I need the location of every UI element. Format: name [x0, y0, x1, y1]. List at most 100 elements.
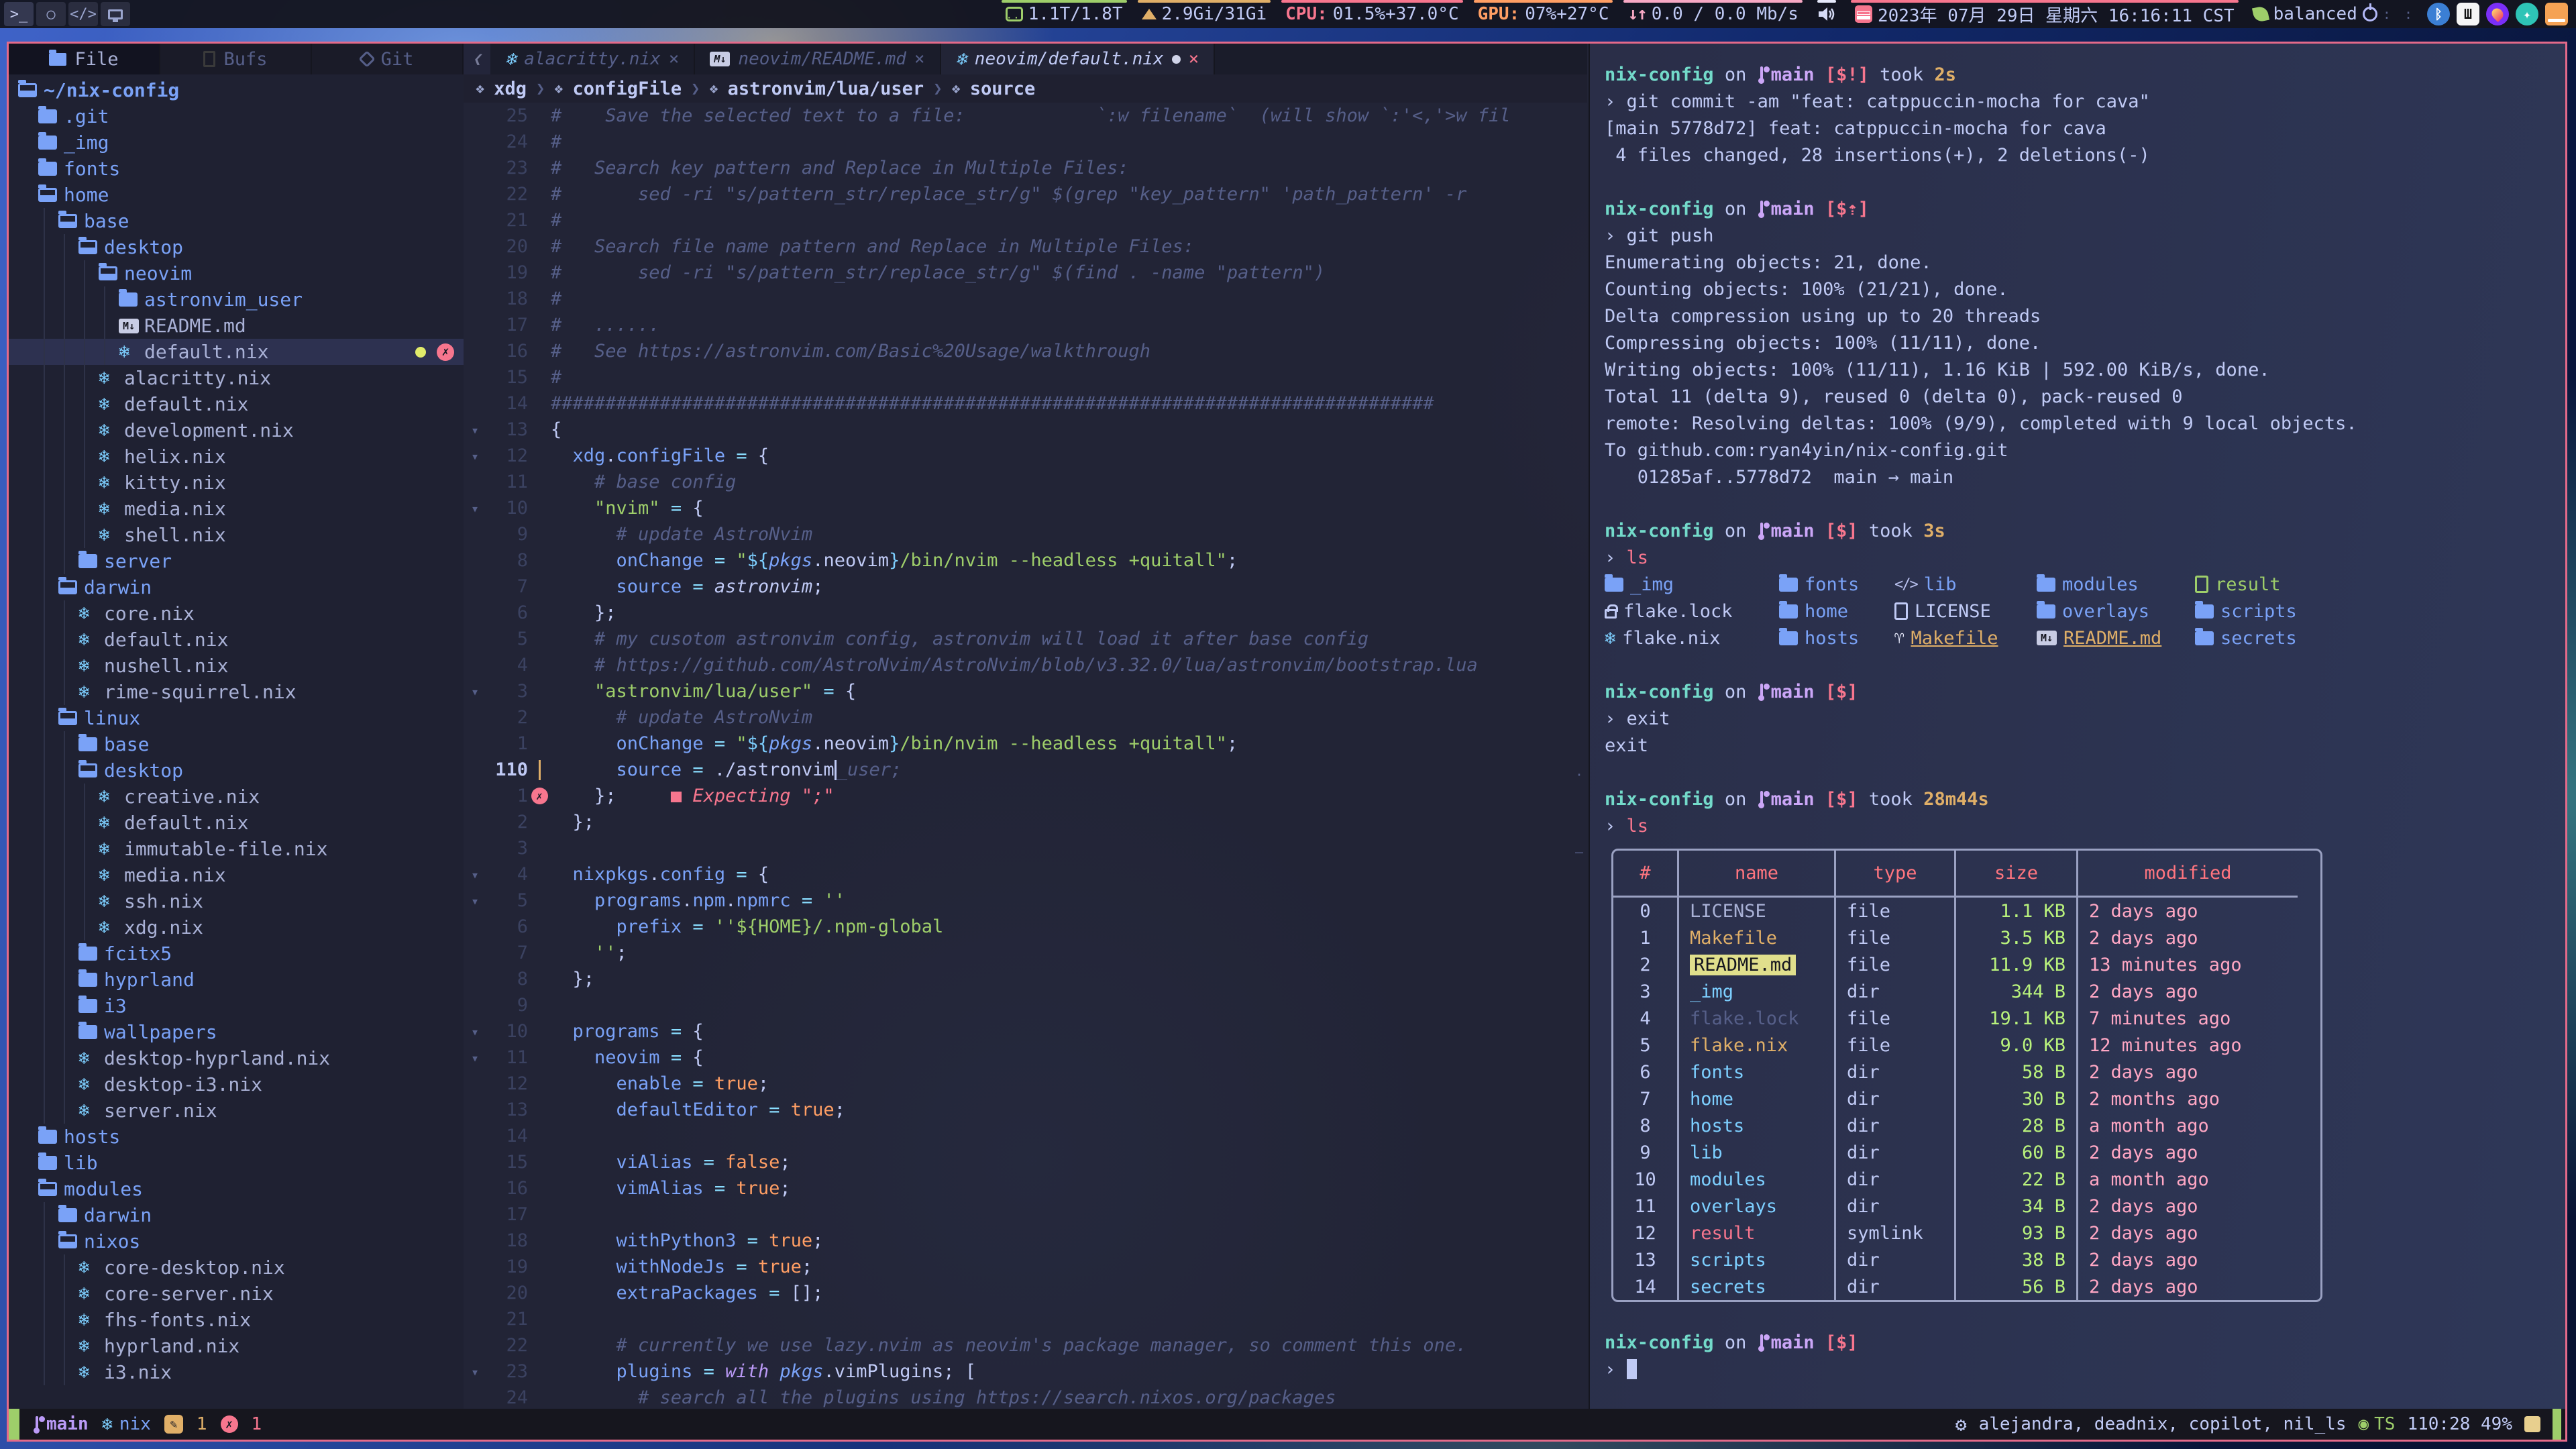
tree-item[interactable]: darwin [9, 574, 464, 600]
tree-item[interactable]: ❄server.nix [9, 1097, 464, 1124]
code-line[interactable]: 8 onChange = "${pkgs.neovim}/bin/nvim --… [464, 547, 1587, 574]
scrollbar-mark[interactable]: – [1575, 844, 1583, 860]
tree-item[interactable]: neovim [9, 260, 464, 286]
code-line[interactable]: 24# [464, 129, 1587, 155]
tree-item[interactable]: ❄immutable-file.nix [9, 836, 464, 862]
code-line[interactable]: 110 source = ./astronvim_user; [464, 757, 1587, 783]
scrollbar-mark[interactable]: · [1575, 767, 1583, 783]
code-line[interactable]: 12 enable = true; [464, 1071, 1587, 1097]
tree-item[interactable]: ❄alacritty.nix [9, 365, 464, 391]
breadcrumb-item[interactable]: xdg [494, 78, 527, 99]
tree-item[interactable]: hosts [9, 1124, 464, 1150]
code-line[interactable]: 18# [464, 286, 1587, 312]
code-line[interactable]: 21# [464, 207, 1587, 233]
flameshot-icon[interactable] [2486, 3, 2509, 25]
code-line[interactable]: 17# ...... [464, 312, 1587, 338]
tree-item[interactable]: ❄core-desktop.nix [9, 1254, 464, 1281]
code-line[interactable]: 21 [464, 1306, 1587, 1332]
tree-item[interactable]: desktop [9, 234, 464, 260]
code-line[interactable]: 17 [464, 1201, 1587, 1228]
tree-item[interactable]: ❄core-server.nix [9, 1281, 464, 1307]
close-icon[interactable]: × [914, 49, 925, 69]
tree-item[interactable]: ❄creative.nix [9, 784, 464, 810]
rime-input-icon[interactable]: Ш [2457, 3, 2479, 25]
tree-item[interactable]: ❄xdg.nix [9, 914, 464, 941]
tree-item[interactable]: .git [9, 103, 464, 129]
tree-item[interactable]: ❄shell.nix [9, 522, 464, 548]
bluetooth-icon[interactable]: ᛒ [2427, 3, 2450, 25]
code-line[interactable]: 3 [464, 835, 1587, 861]
code-line[interactable]: ▾3 "astronvim/lua/user" = { [464, 678, 1587, 704]
tree-item[interactable]: ❄i3.nix [9, 1359, 464, 1385]
code-line[interactable]: 8 }; [464, 966, 1587, 992]
code-line[interactable]: 23# Search key pattern and Replace in Mu… [464, 155, 1587, 181]
tree-item[interactable]: ❄media.nix [9, 862, 464, 888]
tray-disk-icon[interactable] [2545, 3, 2568, 25]
code-line[interactable]: ▾12 xdg.configFile = { [464, 443, 1587, 469]
tree-item[interactable]: home [9, 182, 464, 208]
tree-item[interactable]: ❄desktop-hyprland.nix [9, 1045, 464, 1071]
code-line[interactable]: 13 defaultEditor = true; [464, 1097, 1587, 1123]
tree-item[interactable]: ❄default.nix [9, 810, 464, 836]
tree-item[interactable]: linux [9, 705, 464, 731]
breadcrumb-item[interactable]: configFile [573, 78, 682, 99]
buffer-tab[interactable]: M↓neovim/README.md× [695, 44, 941, 74]
workspace-monitor-icon[interactable] [101, 2, 130, 26]
tree-item[interactable]: ❄default.nix [9, 391, 464, 417]
fold-chevron-icon[interactable]: ▾ [464, 500, 486, 517]
code-line[interactable]: 19 withNodeJs = true; [464, 1254, 1587, 1280]
code-line[interactable]: ▾23 plugins = with pkgs.vimPlugins; [ [464, 1358, 1587, 1385]
tree-item[interactable]: ❄helix.nix [9, 443, 464, 470]
tree-item[interactable]: i3 [9, 993, 464, 1019]
code-line[interactable]: ▾13{ [464, 417, 1587, 443]
code-line[interactable]: 19# sed -ri "s/pattern_str/replace_str/g… [464, 260, 1587, 286]
tree-item[interactable]: lib [9, 1150, 464, 1176]
fold-chevron-icon[interactable]: ▾ [464, 1364, 486, 1380]
code-line[interactable]: 24 # search all the plugins using https:… [464, 1385, 1587, 1409]
code-line[interactable]: 14 [464, 1123, 1587, 1149]
code-line[interactable]: 6 }; [464, 600, 1587, 626]
tray-app-icon[interactable]: ✦ [2516, 3, 2538, 25]
tree-item[interactable]: ❄development.nix [9, 417, 464, 443]
tree-item[interactable]: fcitx5 [9, 941, 464, 967]
code-line[interactable]: 18 withPython3 = true; [464, 1228, 1587, 1254]
code-line[interactable]: 4 # https://github.com/AstroNvim/AstroNv… [464, 652, 1587, 678]
code-line[interactable]: ▾10 "nvim" = { [464, 495, 1587, 521]
workspace-code-icon[interactable]: </> [68, 2, 98, 26]
code-line[interactable]: 15 viAlias = false; [464, 1149, 1587, 1175]
tree-item[interactable]: ❄fhs-fonts.nix [9, 1307, 464, 1333]
tree-item[interactable]: ❄hyprland.nix [9, 1333, 464, 1359]
close-icon[interactable]: × [1189, 49, 1199, 69]
code-line[interactable]: 25# Save the selected text to a file: `:… [464, 103, 1587, 129]
neotree-tab-bufs[interactable]: Bufs [160, 44, 312, 74]
tree-item[interactable]: ❄core.nix [9, 600, 464, 627]
tree-item[interactable]: base [9, 731, 464, 757]
tree-item[interactable]: ❄media.nix [9, 496, 464, 522]
tree-item[interactable]: base [9, 208, 464, 234]
tree-item[interactable]: ❄desktop-i3.nix [9, 1071, 464, 1097]
workspace-browser-icon[interactable]: ○ [36, 2, 66, 26]
fold-chevron-icon[interactable]: ▾ [464, 422, 486, 438]
neotree-tab-git[interactable]: Git [312, 44, 464, 74]
neotree-tab-file[interactable]: File [9, 44, 160, 74]
workspace-terminal-icon[interactable]: >_ [4, 2, 34, 26]
fold-chevron-icon[interactable]: ▾ [464, 448, 486, 464]
code-line[interactable]: ▾10 programs = { [464, 1018, 1587, 1044]
close-icon[interactable]: × [669, 49, 680, 69]
buffer-tab[interactable]: ❄neovim/default.nix× [941, 44, 1216, 74]
tree-item[interactable]: ❄rime-squirrel.nix [9, 679, 464, 705]
code-line[interactable]: 11 # base config [464, 469, 1587, 495]
tree-item[interactable]: darwin [9, 1202, 464, 1228]
tree-item[interactable]: ❄nushell.nix [9, 653, 464, 679]
tree-item[interactable]: M↓README.md [9, 313, 464, 339]
code-line[interactable]: ▾11 neovim = { [464, 1044, 1587, 1071]
breadcrumb-item[interactable]: astronvim/lua/user [728, 78, 924, 99]
code-line[interactable]: 20# Search file name pattern and Replace… [464, 233, 1587, 260]
volume[interactable] [1808, 0, 1845, 28]
code-line[interactable]: 14######################################… [464, 390, 1587, 417]
tree-item[interactable]: ❄default.nix✗ [9, 339, 464, 365]
tabline-scroll-left-icon[interactable]: ❮ [464, 44, 490, 74]
code-line[interactable]: 22 # currently we use lazy.nvim as neovi… [464, 1332, 1587, 1358]
code-line[interactable]: 7 ''; [464, 940, 1587, 966]
code-line[interactable]: 20 extraPackages = []; [464, 1280, 1587, 1306]
